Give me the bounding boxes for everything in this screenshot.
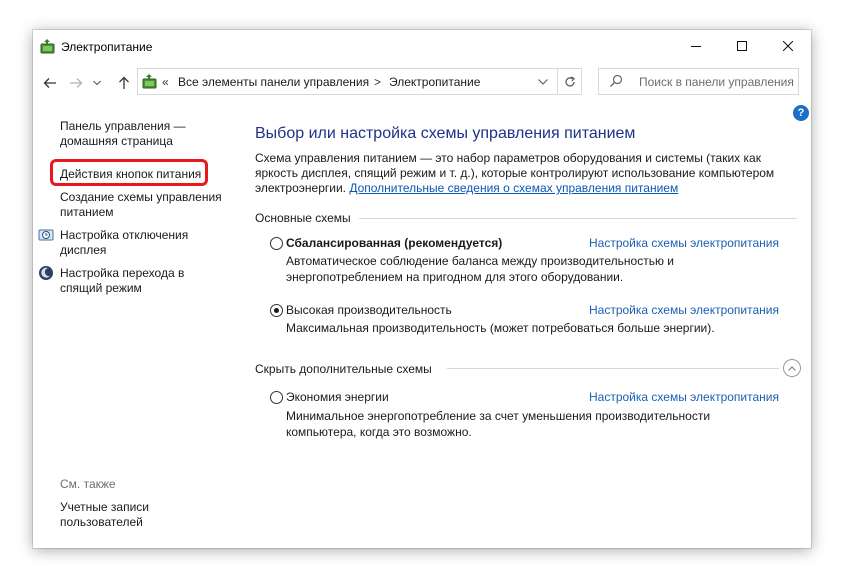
plan-power-saver-settings-link[interactable]: Настройка схемы электропитания [589, 390, 779, 404]
highlight-frame [50, 159, 208, 186]
navigation-bar: « Все элементы панели управления > Элект… [33, 66, 811, 98]
maximize-button[interactable] [719, 30, 765, 62]
plan-high-performance-settings-link[interactable]: Настройка схемы электропитания [589, 303, 779, 317]
title-bar: Электропитание [33, 30, 811, 64]
plan-balanced-name[interactable]: Сбалансированная (рекомендуется) [286, 236, 502, 250]
group-hide-extra-plans[interactable]: Скрыть дополнительные схемы [255, 362, 432, 376]
close-icon [783, 41, 793, 51]
plan-balanced-radio[interactable] [270, 237, 283, 250]
minimize-icon [691, 46, 701, 47]
plan-balanced-settings-link[interactable]: Настройка схемы электропитания [589, 236, 779, 250]
plan-high-performance-name[interactable]: Высокая производительность [286, 303, 452, 317]
group-divider [359, 218, 797, 219]
close-button[interactable] [765, 30, 811, 62]
sidebar-item-home[interactable]: Панель управления — домашняя страница [60, 119, 200, 149]
up-arrow-icon [119, 76, 129, 89]
power-options-window: Электропитание « Все элементы панели упр… [33, 30, 811, 548]
sidebar-item-sleep[interactable]: Настройка перехода в спящий режим [60, 266, 210, 296]
group-divider [447, 368, 779, 369]
refresh-button[interactable] [557, 69, 582, 94]
refresh-icon [565, 75, 575, 86]
breadcrumb-power-options[interactable]: Электропитание [389, 75, 480, 89]
maximize-icon [737, 41, 747, 51]
plan-high-performance-radio[interactable] [270, 304, 283, 317]
address-bar[interactable]: « Все элементы панели управления > Элект… [137, 68, 582, 95]
plan-power-saver-name[interactable]: Экономия энергии [286, 390, 389, 404]
recent-locations-button[interactable] [89, 72, 105, 94]
search-placeholder: Поиск в панели управления [639, 75, 794, 89]
up-button[interactable] [113, 72, 135, 94]
sidebar-item-display-off[interactable]: Настройка отключения дисплея [60, 228, 210, 258]
see-also-heading: См. также [60, 477, 116, 491]
forward-arrow-icon [70, 78, 83, 88]
plan-high-performance-desc: Максимальная производительность (может п… [286, 321, 715, 335]
search-icon [609, 74, 623, 91]
window-title: Электропитание [61, 40, 153, 54]
breadcrumb-overflow[interactable]: « [162, 75, 169, 89]
address-dropdown-button[interactable] [531, 69, 555, 94]
moon-icon [38, 265, 54, 281]
group-main-plans: Основные схемы [255, 211, 351, 225]
recent-dropdown-icon [93, 80, 101, 86]
collapse-chevron-icon [788, 365, 796, 371]
more-info-link[interactable]: Дополнительные сведения о схемах управле… [349, 181, 678, 195]
breadcrumb-control-panel[interactable]: Все элементы панели управления [178, 75, 369, 89]
collapse-extra-plans-button[interactable] [783, 359, 801, 377]
back-arrow-icon [43, 78, 56, 88]
forward-button[interactable] [65, 72, 87, 94]
chevron-down-icon [538, 78, 548, 85]
page-title: Выбор или настройка схемы управления пит… [255, 125, 636, 142]
plan-power-saver-radio[interactable] [270, 391, 283, 404]
sidebar-item-user-accounts[interactable]: Учетные записи пользователей [60, 500, 170, 530]
plan-power-saver-desc: Минимальное энергопотребление за счет ум… [286, 409, 711, 439]
minimize-button[interactable] [673, 30, 719, 62]
plan-balanced-desc: Автоматическое соблюдение баланса между … [286, 254, 675, 284]
help-icon[interactable]: ? [793, 105, 809, 121]
search-input[interactable]: Поиск в панели управления [598, 68, 799, 95]
power-options-icon [141, 73, 159, 91]
page-description: Схема управления питанием — это набор па… [255, 151, 775, 195]
back-button[interactable] [39, 72, 61, 94]
power-options-icon [39, 38, 57, 56]
display-clock-icon [38, 227, 54, 243]
breadcrumb-separator[interactable]: > [374, 75, 381, 89]
sidebar-item-create-plan[interactable]: Создание схемы управления питанием [60, 190, 230, 220]
